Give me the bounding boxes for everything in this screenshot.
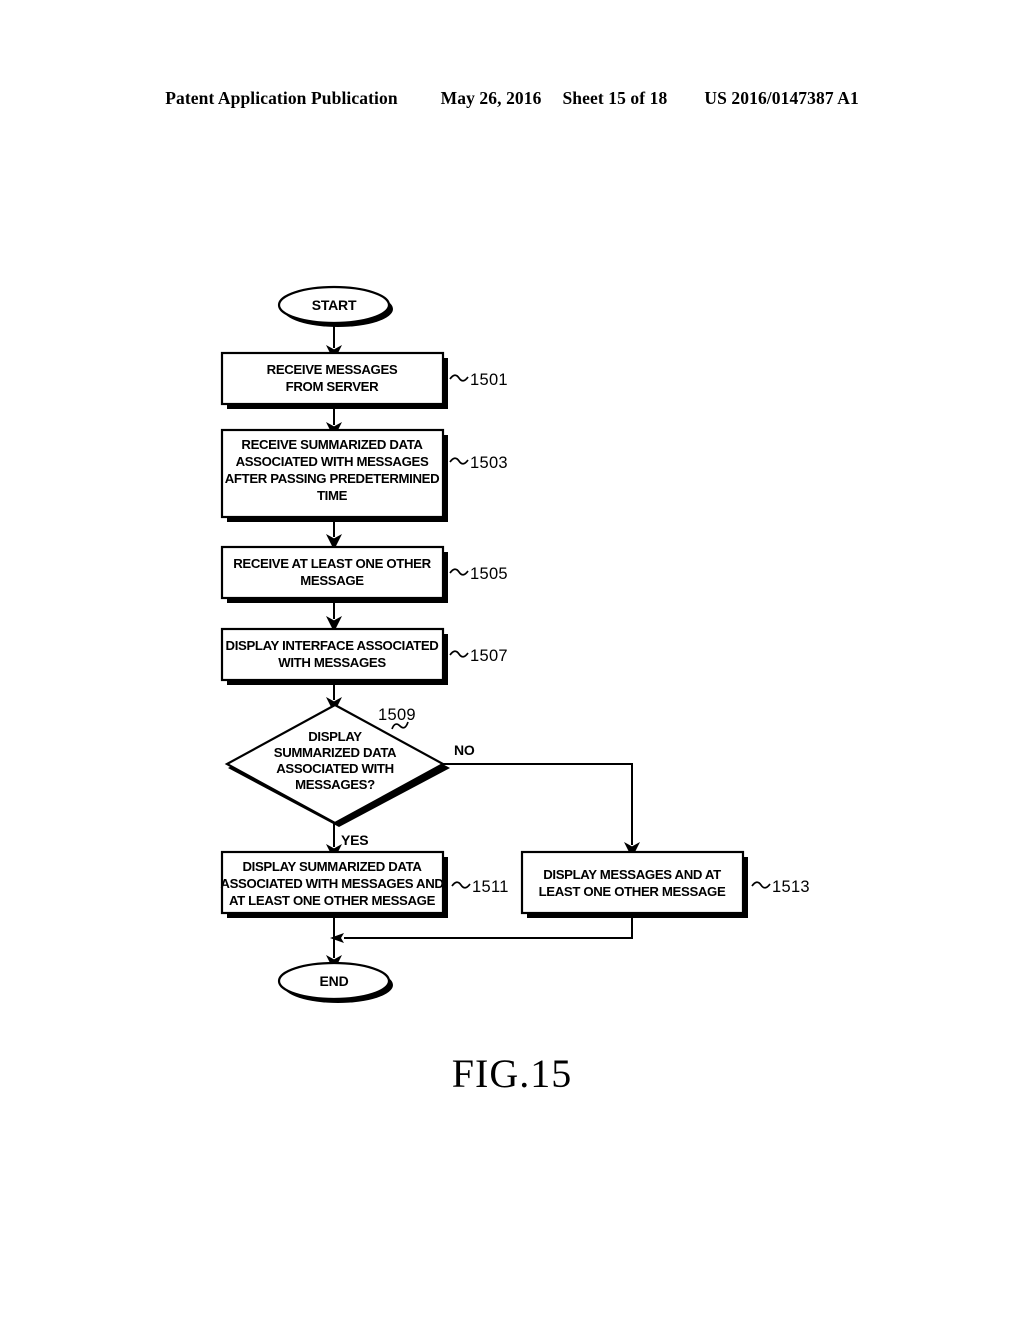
ref-1505: 1505 [449,565,508,583]
connector-1513-to-end-join [344,918,633,939]
node-start: START [277,285,393,327]
ref-1513: 1513 [751,878,810,896]
node-1507-line-1: DISPLAY INTERFACE ASSOCIATED [226,638,439,653]
ref-1513-label: 1513 [772,878,810,896]
ref-1511-label: 1511 [472,878,509,896]
ref-1507: 1507 [449,647,508,665]
node-1503-line-2: ASSOCIATED WITH MESSAGES [236,454,429,469]
node-1503-line-4: TIME [317,488,348,503]
node-1503-line-3: AFTER PASSING PREDETERMINED [225,471,440,486]
node-1509-line-1: DISPLAY [308,729,362,744]
ref-1501-label: 1501 [470,371,508,389]
ref-1511: 1511 [451,878,509,896]
ref-1503-label: 1503 [470,454,508,472]
node-1503: RECEIVE SUMMARIZED DATA ASSOCIATED WITH … [220,428,448,522]
node-1507: DISPLAY INTERFACE ASSOCIATED WITH MESSAG… [220,627,448,685]
figure-15-flowchart: START RECEIVE MESSAGES FROM SERVER 1501 [0,0,1024,1320]
ref-1505-label: 1505 [470,565,508,583]
node-1513-line-1: DISPLAY MESSAGES AND AT [543,867,721,882]
node-1509-line-4: MESSAGES? [295,777,375,792]
ref-1507-label: 1507 [470,647,508,665]
node-1507-line-2: WITH MESSAGES [278,655,386,670]
node-1505-line-2: MESSAGE [300,573,364,588]
node-end: END [277,961,393,1003]
ref-1501: 1501 [449,371,508,389]
node-1503-line-1: RECEIVE SUMMARIZED DATA [241,437,423,452]
node-1501-line-2: FROM SERVER [286,379,379,394]
ref-1509: 1509 [378,706,416,730]
connector-1509-no-to-1513 [443,763,640,858]
branch-label-yes: YES [341,832,368,848]
node-1513: DISPLAY MESSAGES AND AT LEAST ONE OTHER … [520,850,748,918]
node-1501: RECEIVE MESSAGES FROM SERVER [220,351,448,409]
arrowhead-left-join [330,933,344,943]
node-1513-line-2: LEAST ONE OTHER MESSAGE [539,884,726,899]
node-start-label: START [312,297,357,313]
node-1505: RECEIVE AT LEAST ONE OTHER MESSAGE [220,545,448,603]
node-1511: DISPLAY SUMMARIZED DATA ASSOCIATED WITH … [220,850,448,918]
node-1511-line-1: DISPLAY SUMMARIZED DATA [242,859,422,874]
node-1509: DISPLAY SUMMARIZED DATA ASSOCIATED WITH … [224,703,450,827]
node-1501-line-1: RECEIVE MESSAGES [267,362,398,377]
node-1509-line-2: SUMMARIZED DATA [274,745,397,760]
node-1511-line-3: AT LEAST ONE OTHER MESSAGE [229,893,436,908]
node-1505-line-1: RECEIVE AT LEAST ONE OTHER [233,556,431,571]
node-1509-line-3: ASSOCIATED WITH [276,761,394,776]
ref-1503: 1503 [449,454,508,472]
node-1511-line-2: ASSOCIATED WITH MESSAGES AND [220,876,443,891]
figure-caption: FIG.15 [451,1051,573,1096]
node-end-label: END [320,973,349,989]
patent-page: Patent Application Publication May 26, 2… [0,0,1024,1320]
branch-label-no: NO [454,742,475,758]
ref-1509-label: 1509 [378,706,416,724]
